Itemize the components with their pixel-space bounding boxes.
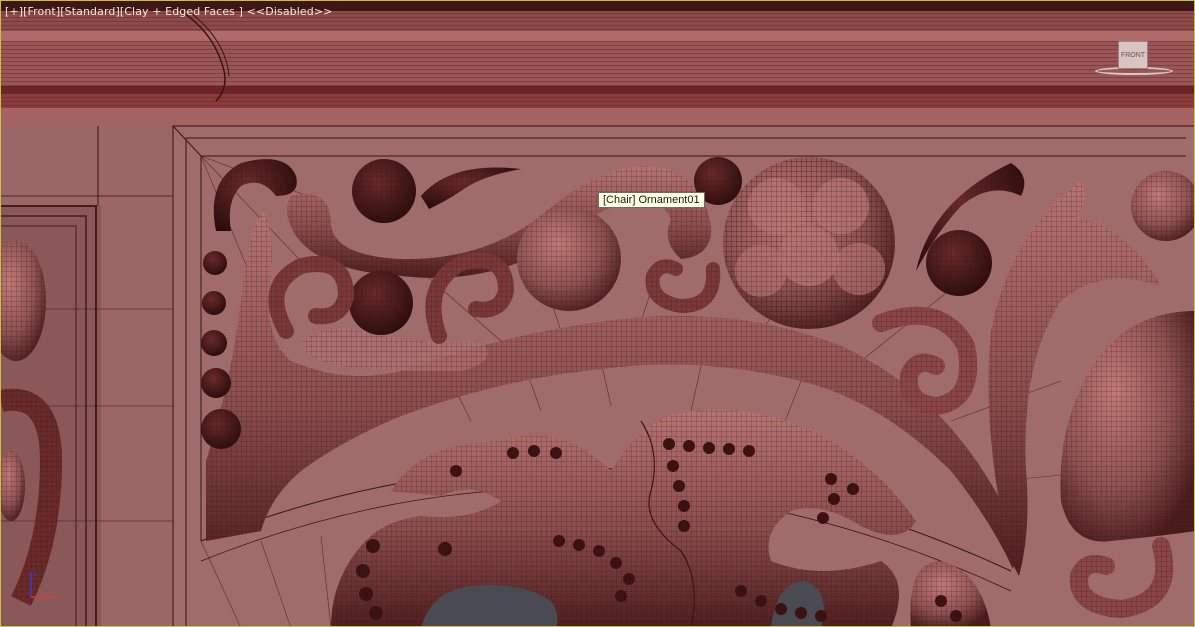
- axis-x-label: x: [54, 592, 59, 601]
- viewcube-front-face[interactable]: FRONT: [1118, 41, 1148, 69]
- left-frame: [1, 126, 173, 626]
- object-tooltip: [Chair] Ornament01: [598, 192, 705, 208]
- viewport-label-menu: [+][Front][Standard][Clay + Edged Faces …: [5, 5, 332, 18]
- viewport-plus-menu[interactable]: [+]: [5, 5, 23, 18]
- axis-tripod-icon: z x: [30, 569, 59, 601]
- axis-z-label: z: [33, 569, 37, 578]
- viewport-standard-menu[interactable]: [Standard]: [60, 5, 120, 18]
- viewport-point-of-view-menu[interactable]: [Front]: [23, 5, 60, 18]
- viewport-shading-menu[interactable]: [Clay + Edged Faces ]: [120, 5, 243, 18]
- cornice-molding: [1, 1, 1194, 126]
- ornament-mesh-render[interactable]: [1, 1, 1195, 627]
- viewport-front[interactable]: [+][Front][Standard][Clay + Edged Faces …: [0, 0, 1195, 627]
- viewcube[interactable]: FRONT: [1093, 39, 1177, 79]
- viewport-status-text[interactable]: <<Disabled>>: [247, 5, 333, 18]
